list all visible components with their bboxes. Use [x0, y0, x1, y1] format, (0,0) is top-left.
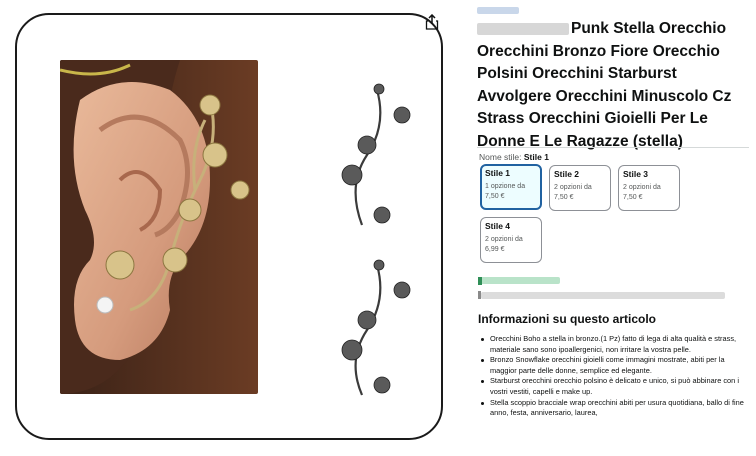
style-option-name: Stile 2 [554, 169, 580, 179]
style-option-price: 7,50 € [554, 194, 574, 201]
main-product-image-frame[interactable] [15, 13, 443, 440]
style-option-count: 2 opzioni da [623, 184, 661, 191]
style-label: Nome stile: Stile 1 [479, 152, 549, 162]
feature-bullet: Stella scoppio bracciale wrap orecchini … [479, 398, 749, 419]
delivery-info-redacted [481, 292, 725, 299]
style-option-price: 7,50 € [485, 193, 505, 200]
style-option-2[interactable]: Stile 2 2 opzioni da 7,50 € [549, 165, 611, 211]
product-image-panel [0, 0, 462, 456]
product-title-text: Punk Stella Orecchio Orecchini Bronzo Fi… [477, 20, 732, 150]
share-button[interactable] [425, 13, 439, 30]
style-label-prefix: Nome stile: [479, 152, 522, 162]
style-selected-value: Stile 1 [523, 152, 549, 162]
feature-bullet: Orecchini Boho a stella in bronzo.(1 Pz)… [479, 334, 749, 355]
product-details: Punk Stella Orecchio Orecchini Bronzo Fi… [477, 0, 756, 456]
earring-product-photo [341, 83, 411, 396]
availability-redacted [478, 277, 560, 284]
style-option-3[interactable]: Stile 3 2 opzioni da 7,50 € [618, 165, 680, 211]
delivery-info-redacted-mark [478, 291, 481, 299]
ear-model-photo [60, 60, 258, 394]
feature-bullets: Orecchini Boho a stella in bronzo.(1 Pz)… [479, 334, 749, 419]
style-option-price: 6,99 € [485, 246, 505, 253]
availability-redacted-mark [478, 277, 482, 285]
style-option-count: 1 opzione da [485, 183, 526, 190]
style-option-4[interactable]: Stile 4 2 opzioni da 6,99 € [480, 217, 542, 263]
feature-bullet: Bronzo Snowflake orecchini gioielli come… [479, 355, 749, 376]
product-title: Punk Stella Orecchio Orecchini Bronzo Fi… [477, 18, 749, 153]
style-option-1[interactable]: Stile 1 1 opzione da 7,50 € [480, 164, 542, 210]
style-option-count: 2 opzioni da [485, 236, 523, 243]
share-icon [425, 13, 439, 30]
divider [477, 147, 749, 148]
style-option-name: Stile 3 [623, 169, 649, 179]
about-item-heading: Informazioni su questo articolo [478, 312, 657, 326]
feature-bullet: Starburst orecchini orecchio polsino è d… [479, 376, 749, 397]
style-option-count: 2 opzioni da [554, 184, 592, 191]
brand-link-redacted[interactable] [477, 7, 519, 14]
style-option-price: 7,50 € [623, 194, 643, 201]
style-option-name: Stile 1 [485, 168, 511, 178]
style-option-name: Stile 4 [485, 221, 511, 231]
